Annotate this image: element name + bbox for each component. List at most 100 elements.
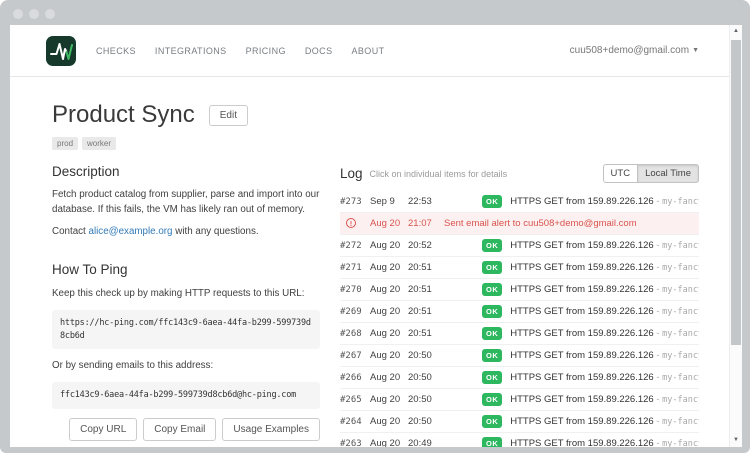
log-row-date: Aug 20 bbox=[370, 350, 408, 361]
copy-url-button[interactable]: Copy URL bbox=[69, 418, 137, 441]
log-row-id: #267 bbox=[340, 351, 370, 361]
log-row-id: #269 bbox=[340, 307, 370, 317]
nav-links: CHECKS INTEGRATIONS PRICING DOCS ABOUT bbox=[96, 46, 404, 56]
log-row-id-cell: ! bbox=[340, 218, 370, 229]
tag-list: prod worker bbox=[52, 137, 729, 150]
log-row-time: 22:53 bbox=[408, 196, 438, 207]
scrollbar-thumb[interactable] bbox=[731, 40, 741, 345]
description-heading: Description bbox=[52, 164, 320, 179]
navbar: CHECKS INTEGRATIONS PRICING DOCS ABOUT c… bbox=[10, 25, 729, 77]
log-row-id: #271 bbox=[340, 263, 370, 273]
log-row-time: 20:50 bbox=[408, 416, 438, 427]
log-row-date: Aug 20 bbox=[370, 328, 408, 339]
log-row-date: Aug 20 bbox=[370, 438, 408, 447]
log-row-date: Aug 20 bbox=[370, 262, 408, 273]
ok-badge: OK bbox=[482, 437, 502, 447]
title-block: Product Sync Edit prod worker bbox=[10, 77, 729, 150]
log-row-date: Aug 20 bbox=[370, 240, 408, 251]
alert-icon: ! bbox=[346, 218, 356, 228]
log-row-message: HTTPS GET from 159.89.226.126 - my-fancy… bbox=[510, 262, 699, 273]
nav-item-docs[interactable]: DOCS bbox=[305, 46, 333, 56]
scrollbar[interactable]: ▲ ▼ bbox=[729, 25, 742, 447]
log-row-id: #270 bbox=[340, 285, 370, 295]
log-row-message: HTTPS GET from 159.89.226.126 - my-fancy… bbox=[510, 328, 699, 339]
tag-badge: worker bbox=[82, 137, 116, 150]
nav-item-about[interactable]: ABOUT bbox=[351, 46, 384, 56]
nav-item-checks[interactable]: CHECKS bbox=[96, 46, 136, 56]
nav-item-pricing[interactable]: PRICING bbox=[246, 46, 286, 56]
log-row-alert-message: Sent email alert to cuu508+demo@gmail.co… bbox=[444, 218, 637, 229]
log-row[interactable]: #266Aug 2020:50OKHTTPS GET from 159.89.2… bbox=[340, 367, 699, 389]
edit-button[interactable]: Edit bbox=[209, 105, 248, 126]
ping-url-code[interactable]: https://hc-ping.com/ffc143c9-6aea-44fa-b… bbox=[52, 310, 320, 350]
ok-badge: OK bbox=[482, 415, 502, 428]
log-row-time: 20:50 bbox=[408, 394, 438, 405]
log-row-message: HTTPS GET from 159.89.226.126 - my-fancy… bbox=[510, 196, 699, 207]
log-row-id: #268 bbox=[340, 329, 370, 339]
log-row-message: HTTPS GET from 159.89.226.126 - my-fancy… bbox=[510, 438, 699, 447]
scroll-up-icon[interactable]: ▲ bbox=[730, 25, 742, 38]
log-row[interactable]: #273Sep 922:53 OK HTTPS GET from 159.89.22… bbox=[340, 191, 699, 213]
ok-badge: OK bbox=[482, 349, 502, 362]
timezone-toggle: UTC Local Time bbox=[603, 164, 699, 183]
ok-badge: OK bbox=[482, 371, 502, 384]
log-row-message: HTTPS GET from 159.89.226.126 - my-fancy… bbox=[510, 394, 699, 405]
ok-badge: OK bbox=[482, 195, 502, 208]
how-to-ping-section: How To Ping Keep this check up by making… bbox=[52, 262, 320, 441]
log-row-time: 20:51 bbox=[408, 328, 438, 339]
page: CHECKS INTEGRATIONS PRICING DOCS ABOUT c… bbox=[10, 25, 742, 447]
nav-item-integrations[interactable]: INTEGRATIONS bbox=[155, 46, 227, 56]
account-menu[interactable]: cuu508+demo@gmail.com▼ bbox=[570, 45, 699, 56]
log-row[interactable]: #272Aug 2020:52OKHTTPS GET from 159.89.2… bbox=[340, 235, 699, 257]
utc-button[interactable]: UTC bbox=[603, 164, 639, 183]
window-dot[interactable] bbox=[29, 9, 39, 19]
ping-email-code[interactable]: ffc143c9-6aea-44fa-b299-599739d8cb6d@hc-… bbox=[52, 382, 320, 409]
log-row-date: Aug 20 bbox=[370, 394, 408, 405]
contact-line: Contact alice@example.org with any quest… bbox=[52, 225, 320, 240]
log-row[interactable]: #267Aug 2020:50 OK HTTPS GET from 159.89.2… bbox=[340, 345, 699, 367]
log-row-date: Aug 20 bbox=[370, 218, 408, 229]
log-row[interactable]: #271Aug 2020:51OKHTTPS GET from 159.89.2… bbox=[340, 257, 699, 279]
log-row-id: #265 bbox=[340, 395, 370, 405]
log-row-id: #272 bbox=[340, 241, 370, 251]
log-row-date: Aug 20 bbox=[370, 372, 408, 383]
contact-email-link[interactable]: alice@example.org bbox=[89, 226, 173, 237]
log-row[interactable]: #264Aug 2020:50OKHTTPS GET from 159.89.2… bbox=[340, 411, 699, 433]
window-dot[interactable] bbox=[13, 9, 23, 19]
log-row[interactable]: #265Aug 2020:50 OK HTTPS GET from 159.89.2… bbox=[340, 389, 699, 411]
log-row[interactable]: #269Aug 2020:51OKHTTPS GET from 159.89.2… bbox=[340, 301, 699, 323]
log-row-time: 20:51 bbox=[408, 284, 438, 295]
ok-badge: OK bbox=[482, 283, 502, 296]
scroll-down-icon[interactable]: ▼ bbox=[730, 434, 742, 447]
log-row-message: HTTPS GET from 159.89.226.126 - my-fancy… bbox=[510, 350, 699, 361]
log-row-message: HTTPS GET from 159.89.226.126 - my-fancy… bbox=[510, 372, 699, 383]
log-row-date: Sep 9 bbox=[370, 196, 408, 207]
log-row[interactable]: #268Aug 2020:51 OK HTTPS GET from 159.89.2… bbox=[340, 323, 699, 345]
log-row-time: 20:51 bbox=[408, 262, 438, 273]
ok-badge: OK bbox=[482, 393, 502, 406]
local-time-button[interactable]: Local Time bbox=[637, 164, 699, 183]
log-heading: Log bbox=[340, 166, 363, 181]
log-row[interactable]: #270Aug 2020:51 OK HTTPS GET from 159.89.2… bbox=[340, 279, 699, 301]
ok-badge: OK bbox=[482, 327, 502, 340]
log-row-time: 20:49 bbox=[408, 438, 438, 447]
log-row-message: HTTPS GET from 159.89.226.126 - my-fancy… bbox=[510, 306, 699, 317]
log-row-id: #263 bbox=[340, 439, 370, 448]
log-row-id: #266 bbox=[340, 373, 370, 383]
log-row-time: 20:50 bbox=[408, 350, 438, 361]
window-controls[interactable] bbox=[13, 9, 55, 19]
usage-examples-button[interactable]: Usage Examples bbox=[222, 418, 320, 441]
copy-email-button[interactable]: Copy Email bbox=[143, 418, 216, 441]
how-to-ping-heading: How To Ping bbox=[52, 262, 320, 277]
ping-actions: Copy URL Copy Email Usage Examples bbox=[52, 418, 320, 441]
log-row[interactable]: #263Aug 2020:49 OK HTTPS GET from 159.89.2… bbox=[340, 433, 699, 447]
log-row-date: Aug 20 bbox=[370, 284, 408, 295]
log-row-id: #273 bbox=[340, 197, 370, 207]
log-row-message: HTTPS GET from 159.89.226.126 - my-fancy… bbox=[510, 416, 699, 427]
log-row-message: HTTPS GET from 159.89.226.126 - my-fancy… bbox=[510, 240, 699, 251]
log-row[interactable]: !Aug 2021:07Sent email alert to cuu508+d… bbox=[340, 213, 699, 235]
log-row-message: HTTPS GET from 159.89.226.126 - my-fancy… bbox=[510, 284, 699, 295]
ping-email-label: Or by sending emails to this address: bbox=[52, 359, 320, 374]
healthchecks-logo-icon[interactable] bbox=[46, 36, 76, 66]
window-dot[interactable] bbox=[45, 9, 55, 19]
